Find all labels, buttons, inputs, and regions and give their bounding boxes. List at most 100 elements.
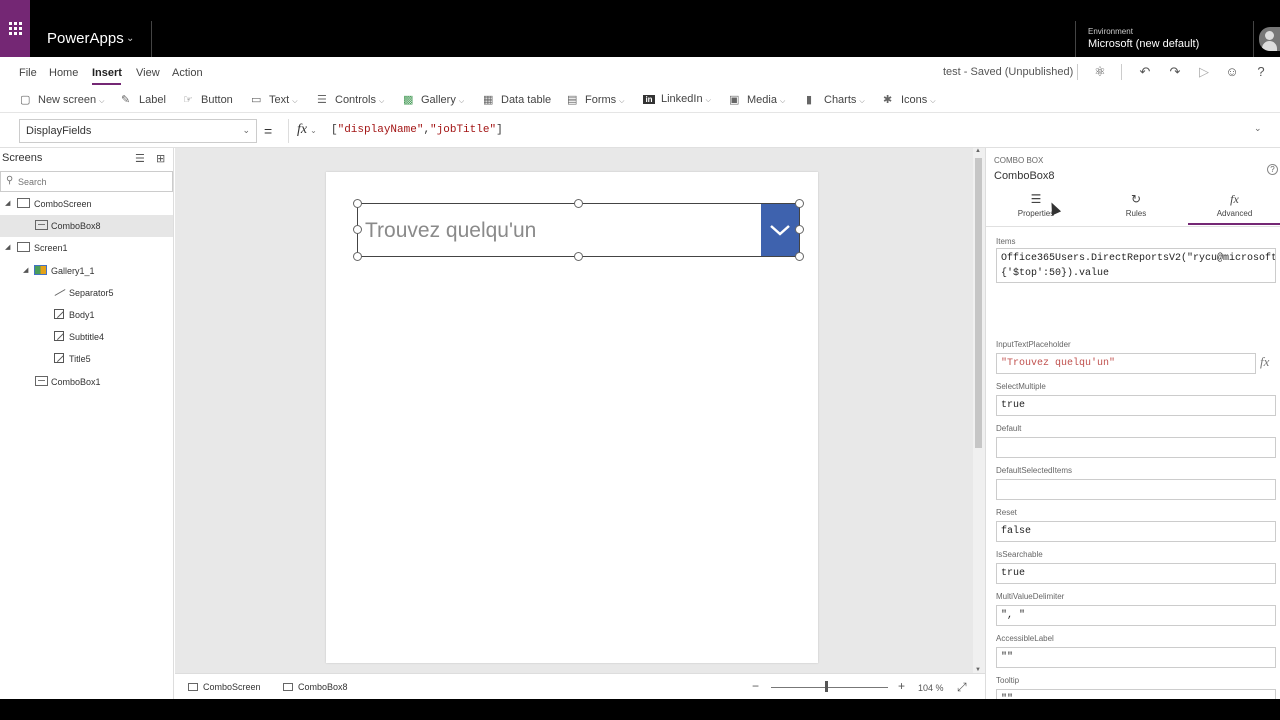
- list-view-icon[interactable]: ☰: [135, 152, 148, 165]
- resize-handle[interactable]: [353, 199, 362, 208]
- forms-button[interactable]: ▤ Forms ⌵: [567, 93, 624, 107]
- canvas[interactable]: [175, 148, 973, 673]
- combo-box-control[interactable]: [357, 203, 800, 257]
- tree-node-screen1[interactable]: ◢ Screen1: [0, 237, 173, 259]
- icons-button[interactable]: ✱ Icons ⌵: [883, 93, 936, 107]
- field-label: IsSearchable: [996, 550, 1043, 559]
- environment-picker[interactable]: Microsoft (new default): [1088, 38, 1199, 50]
- expand-formula-icon[interactable]: ⌄: [1254, 123, 1262, 134]
- app-launcher-button[interactable]: [0, 0, 30, 57]
- data-table-button[interactable]: ▦ Data table: [483, 93, 551, 107]
- menu-view[interactable]: View: [136, 67, 160, 79]
- breadcrumb-screen[interactable]: ComboScreen: [188, 682, 261, 692]
- scrollbar-thumb[interactable]: [975, 158, 982, 448]
- help-icon[interactable]: ?: [1251, 62, 1271, 82]
- tree-node-subtitle4[interactable]: Subtitle4: [0, 326, 173, 348]
- app-name[interactable]: PowerApps: [47, 30, 124, 47]
- label-button[interactable]: ✎ Label: [121, 93, 166, 107]
- combo-dropdown-button[interactable]: [761, 204, 799, 256]
- resize-handle[interactable]: [574, 252, 583, 261]
- tree-node-title5[interactable]: Title5: [0, 348, 173, 370]
- field-label: SelectMultiple: [996, 382, 1046, 391]
- tooltip-field[interactable]: "": [996, 689, 1276, 699]
- environment-label: Environment: [1088, 27, 1133, 36]
- menu-action[interactable]: Action: [172, 67, 203, 79]
- multi-value-delimiter-field[interactable]: ", ": [996, 605, 1276, 626]
- tab-properties[interactable]: ☰ Properties: [986, 191, 1086, 225]
- fx-button[interactable]: fx ⌄: [288, 119, 326, 143]
- gallery-button[interactable]: ▩ Gallery ⌵: [403, 93, 464, 107]
- chevron-down-icon[interactable]: ⌄: [126, 33, 134, 44]
- tree-node-comboscreen[interactable]: ◢ ComboScreen: [0, 193, 173, 215]
- expand-triangle-icon[interactable]: ◢: [5, 243, 10, 251]
- fx-icon: fx: [1230, 192, 1239, 206]
- zoom-out-icon[interactable]: −: [752, 679, 759, 693]
- active-tab-indicator: [92, 83, 121, 85]
- avatar[interactable]: [1259, 27, 1280, 51]
- input-placeholder-field[interactable]: "Trouvez quelqu'un": [996, 353, 1256, 374]
- new-screen-button[interactable]: ▢ New screen ⌵: [20, 93, 104, 107]
- menu-home[interactable]: Home: [49, 67, 78, 79]
- tree-node-body1[interactable]: Body1: [0, 304, 173, 326]
- linkedin-button[interactable]: in LinkedIn ⌵: [643, 93, 711, 107]
- control-name[interactable]: ComboBox8: [994, 170, 1055, 182]
- zoom-slider[interactable]: [771, 687, 888, 688]
- property-dropdown[interactable]: DisplayFields ⌄: [19, 119, 257, 143]
- tree-node-gallery1-1[interactable]: ◢ Gallery1_1: [0, 260, 173, 282]
- media-button[interactable]: ▣ Media ⌵: [729, 93, 785, 107]
- zoom-in-icon[interactable]: +: [898, 679, 905, 693]
- is-searchable-field[interactable]: true: [996, 563, 1276, 584]
- button-button[interactable]: ☞ Button: [183, 93, 233, 107]
- expand-triangle-icon[interactable]: ◢: [5, 199, 10, 207]
- fx-icon[interactable]: fx: [1260, 354, 1269, 370]
- zoom-slider-thumb[interactable]: [824, 681, 828, 692]
- formula-input[interactable]: ["displayName","jobTitle"]: [331, 124, 503, 136]
- default-selected-items-field[interactable]: [996, 479, 1276, 500]
- resize-handle[interactable]: [795, 225, 804, 234]
- tree-node-separator5[interactable]: Separator5: [0, 282, 173, 304]
- app-checker-icon[interactable]: ⚛: [1090, 62, 1110, 82]
- tab-advanced[interactable]: fx Advanced: [1188, 191, 1280, 225]
- controls-button[interactable]: ☰ Controls ⌵: [317, 93, 384, 107]
- button-icon: ☞: [183, 94, 193, 106]
- field-label: InputTextPlaceholder: [996, 340, 1071, 349]
- resize-handle[interactable]: [353, 252, 362, 261]
- breadcrumb-control[interactable]: ComboBox8: [283, 682, 348, 692]
- undo-icon[interactable]: ↶: [1135, 62, 1155, 82]
- tab-rules[interactable]: ↻ Rules: [1086, 191, 1186, 225]
- tree-node-combobox1[interactable]: ComboBox1: [0, 371, 173, 393]
- text-button[interactable]: ▭ Text ⌵: [251, 93, 298, 107]
- reset-field[interactable]: false: [996, 521, 1276, 542]
- combo-box-icon: [35, 220, 48, 230]
- scroll-up-icon[interactable]: ▲: [975, 148, 981, 154]
- menu-file[interactable]: File: [19, 67, 37, 79]
- zoom-value: 104 %: [918, 683, 944, 693]
- resize-handle[interactable]: [574, 199, 583, 208]
- play-icon[interactable]: ▷: [1194, 62, 1214, 82]
- redo-icon[interactable]: ↷: [1165, 62, 1185, 82]
- menu-insert[interactable]: Insert: [92, 67, 122, 79]
- share-icon[interactable]: ☺: [1222, 62, 1242, 82]
- resize-handle[interactable]: [795, 252, 804, 261]
- expand-triangle-icon[interactable]: ◢: [23, 266, 28, 274]
- tree-search[interactable]: ⚲: [0, 171, 173, 192]
- resize-handle[interactable]: [353, 225, 362, 234]
- search-input[interactable]: [18, 174, 168, 189]
- select-multiple-field[interactable]: true: [996, 395, 1276, 416]
- thumbnail-view-icon[interactable]: ⊞: [156, 152, 169, 165]
- chevron-down-icon: ⌄: [310, 126, 317, 135]
- fit-to-window-icon[interactable]: ⤢: [957, 680, 967, 695]
- divider: [1121, 64, 1122, 80]
- field-label: Tooltip: [996, 676, 1020, 685]
- tree-node-combobox8[interactable]: ComboBox8: [0, 215, 173, 237]
- resize-handle[interactable]: [795, 199, 804, 208]
- divider: [986, 226, 1280, 227]
- accessible-label-field[interactable]: "": [996, 647, 1276, 668]
- default-field[interactable]: [996, 437, 1276, 458]
- items-field[interactable]: Office365Users.DirectReportsV2("rycu@mic…: [996, 248, 1276, 283]
- help-icon[interactable]: ?: [1267, 164, 1278, 175]
- screen-artboard[interactable]: [326, 172, 818, 663]
- charts-button[interactable]: ▮ Charts ⌵: [806, 93, 865, 107]
- canvas-scrollbar[interactable]: ▲ ▼: [973, 148, 985, 673]
- combo-search-input[interactable]: [365, 216, 755, 246]
